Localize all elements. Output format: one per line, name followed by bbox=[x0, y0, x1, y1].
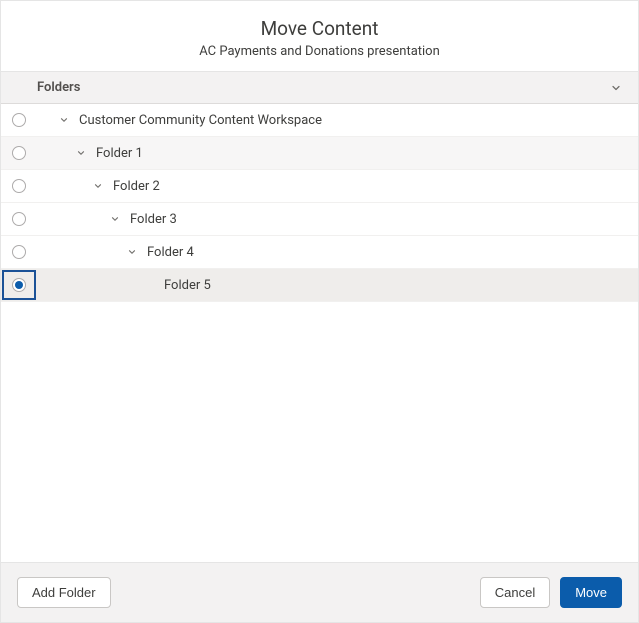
folder-row[interactable]: Folder 2 bbox=[1, 170, 638, 203]
folder-label: Folder 3 bbox=[124, 212, 177, 227]
folder-radio[interactable] bbox=[12, 212, 26, 226]
radio-cell bbox=[1, 170, 37, 202]
chevron-down-icon[interactable] bbox=[610, 82, 622, 94]
cancel-button[interactable]: Cancel bbox=[480, 577, 550, 608]
move-button[interactable]: Move bbox=[560, 577, 622, 608]
radio-cell bbox=[1, 137, 37, 169]
folder-label: Folder 1 bbox=[90, 146, 143, 161]
chevron-down-icon[interactable] bbox=[72, 148, 90, 158]
folder-tree: Customer Community Content Workspace Fold… bbox=[1, 104, 638, 562]
folder-label: Folder 2 bbox=[107, 179, 160, 194]
radio-cell bbox=[1, 104, 37, 136]
folder-row[interactable]: Customer Community Content Workspace bbox=[1, 104, 638, 137]
footer-actions: Cancel Move bbox=[480, 577, 622, 608]
chevron-down-icon[interactable] bbox=[123, 247, 141, 257]
folder-radio[interactable] bbox=[12, 245, 26, 259]
move-content-dialog: Move Content AC Payments and Donations p… bbox=[0, 0, 639, 623]
folder-label: Customer Community Content Workspace bbox=[73, 113, 322, 128]
folder-row[interactable]: Folder 4 bbox=[1, 236, 638, 269]
folder-list-header-label: Folders bbox=[37, 80, 80, 95]
folder-row[interactable]: Folder 3 bbox=[1, 203, 638, 236]
folder-radio[interactable] bbox=[12, 278, 26, 292]
folder-radio[interactable] bbox=[12, 146, 26, 160]
radio-cell bbox=[1, 203, 37, 235]
radio-cell bbox=[1, 269, 37, 301]
chevron-down-icon[interactable] bbox=[89, 181, 107, 191]
dialog-header: Move Content AC Payments and Donations p… bbox=[1, 1, 638, 72]
folder-radio[interactable] bbox=[12, 113, 26, 127]
folder-label: Folder 5 bbox=[158, 278, 211, 293]
folder-label: Folder 4 bbox=[141, 245, 194, 260]
dialog-footer: Add Folder Cancel Move bbox=[1, 562, 638, 622]
folder-row[interactable]: Folder 5 bbox=[1, 269, 638, 302]
chevron-down-icon[interactable] bbox=[55, 115, 73, 125]
folder-row[interactable]: Folder 1 bbox=[1, 137, 638, 170]
chevron-down-icon[interactable] bbox=[106, 214, 124, 224]
dialog-title: Move Content bbox=[17, 17, 622, 40]
radio-cell bbox=[1, 236, 37, 268]
add-folder-button[interactable]: Add Folder bbox=[17, 577, 111, 608]
folder-list-header: Folders bbox=[1, 72, 638, 104]
dialog-subtitle: AC Payments and Donations presentation bbox=[17, 44, 622, 59]
folder-radio[interactable] bbox=[12, 179, 26, 193]
